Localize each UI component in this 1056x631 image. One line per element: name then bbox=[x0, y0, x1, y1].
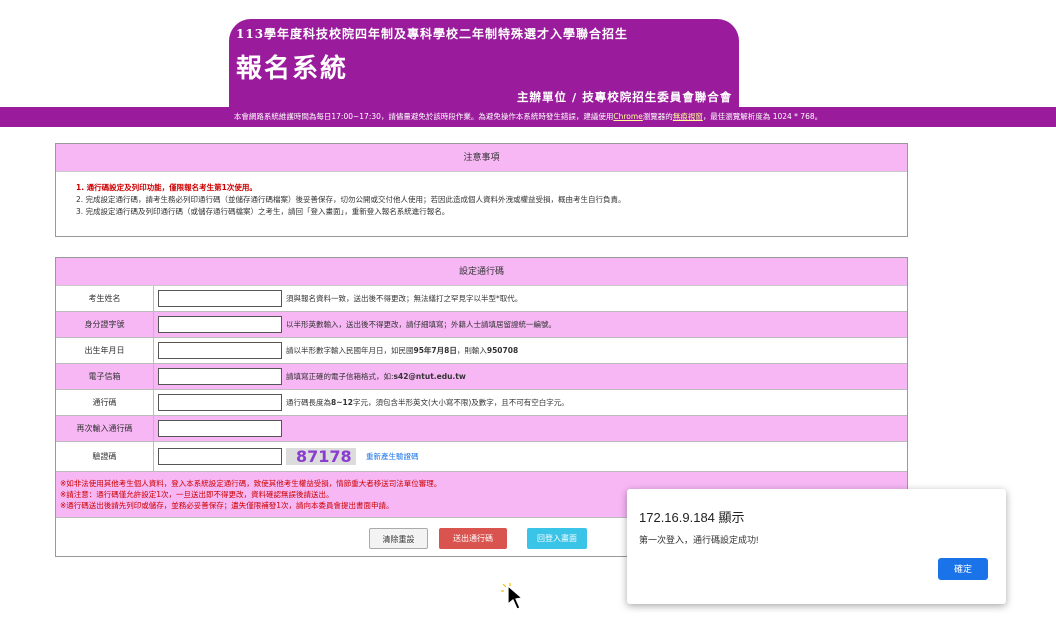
passcode-input[interactable] bbox=[158, 394, 282, 411]
notes-heading: 注意事項 bbox=[56, 144, 907, 172]
email-label: 電子信箱 bbox=[56, 364, 154, 389]
dialog-message: 第一次登入，通行碼設定成功! bbox=[639, 535, 759, 545]
id-hint: 以半形英數輸入，送出後不得更改，請仔細填寫；外籍人士請填居留證統一編號。 bbox=[286, 320, 556, 329]
note-item-3: 3. 完成設定通行碼及列印通行碼（或儲存通行碼檔案）之考生，請回「登入畫面」，重… bbox=[76, 207, 450, 216]
repasscode-row: 再次輸入通行碼 bbox=[56, 416, 907, 442]
id-row: 身分證字號 以半形英數輸入，送出後不得更改，請仔細填寫；外籍人士請填居留證統一編… bbox=[56, 312, 907, 338]
maintenance-notice: 本會網路系統維護時間為每日17:00~17:30，請儘量避免於該時段作業。為避免… bbox=[0, 107, 1056, 127]
passcode-label: 通行碼 bbox=[56, 390, 154, 415]
name-input[interactable] bbox=[158, 290, 282, 307]
note-item-2: 2. 完成設定通行碼，請考生務必列印通行碼（並儲存通行碼檔案）後妥善保存，切勿公… bbox=[76, 195, 626, 204]
page-title: 報名系統 bbox=[236, 54, 349, 84]
notice-text-1: 本會網路系統維護時間為每日17:00~17:30，請儘量避免於該時段作業。為避免… bbox=[233, 112, 614, 121]
organizer-label: 主辦單位 / 技專校院招生委員會聯合會 bbox=[517, 90, 733, 104]
birth-hint: 請以半形數字輸入民國年月日，如民國95年7月8日，則輸入950708 bbox=[286, 346, 519, 355]
birth-input[interactable] bbox=[158, 342, 282, 359]
incognito-link[interactable]: 無痕視窗 bbox=[673, 112, 703, 121]
name-label: 考生姓名 bbox=[56, 286, 154, 311]
captcha-image: 87178 bbox=[286, 448, 356, 465]
captcha-row: 驗證碼 87178 重新產生驗證碼 bbox=[56, 442, 907, 472]
passcode-hint: 通行碼長度為8~12字元，須包含半形英文(大小寫不限)及數字，且不可有空白字元。 bbox=[286, 398, 569, 407]
notice-text-3: ，最佳瀏覽解析度為 1024 * 768。 bbox=[702, 112, 823, 121]
captcha-input[interactable] bbox=[158, 448, 282, 465]
repasscode-label: 再次輸入通行碼 bbox=[56, 416, 154, 441]
email-input[interactable] bbox=[158, 368, 282, 385]
notice-text-2: 瀏覽器的 bbox=[642, 112, 673, 121]
alert-dialog: 172.16.9.184 顯示 第一次登入，通行碼設定成功! 確定 bbox=[627, 489, 1006, 604]
form-heading: 設定通行碼 bbox=[56, 258, 907, 286]
captcha-label: 驗證碼 bbox=[56, 442, 154, 471]
repasscode-input[interactable] bbox=[158, 420, 282, 437]
regenerate-captcha-link[interactable]: 重新產生驗證碼 bbox=[366, 451, 419, 462]
chrome-link[interactable]: Chrome bbox=[613, 112, 642, 121]
dialog-ok-button[interactable]: 確定 bbox=[938, 558, 988, 580]
note-item-1: 1. 通行碼設定及列印功能，僅限報名考生第1次使用。 bbox=[76, 183, 257, 192]
warning-1: ※如非法使用其他考生個人資料，登入本系統設定通行碼，致使其他考生權益受損，情節重… bbox=[60, 479, 442, 488]
birth-row: 出生年月日 請以半形數字輸入民國年月日，如民國95年7月8日，則輸入950708 bbox=[56, 338, 907, 364]
email-row: 電子信箱 請填寫正確的電子信箱格式，如:s42@ntut.edu.tw bbox=[56, 364, 907, 390]
notes-panel: 注意事項 1. 通行碼設定及列印功能，僅限報名考生第1次使用。 2. 完成設定通… bbox=[55, 143, 908, 237]
submit-passcode-button[interactable]: 送出通行碼 bbox=[439, 528, 507, 549]
back-to-login-button[interactable]: 回登入畫面 bbox=[527, 528, 587, 549]
clear-button[interactable]: 清除重設 bbox=[369, 528, 428, 549]
id-input[interactable] bbox=[158, 316, 282, 333]
id-label: 身分證字號 bbox=[56, 312, 154, 337]
name-row: 考生姓名 須與報名資料一致，送出後不得更改；無法繕打之罕見字以半型*取代。 bbox=[56, 286, 907, 312]
passcode-row: 通行碼 通行碼長度為8~12字元，須包含半形英文(大小寫不限)及數字，且不可有空… bbox=[56, 390, 907, 416]
birth-label: 出生年月日 bbox=[56, 338, 154, 363]
email-hint: 請填寫正確的電子信箱格式，如:s42@ntut.edu.tw bbox=[286, 372, 466, 381]
exam-subtitle: 113學年度科技校院四年制及專科學校二年制特殊選才入學聯合招生 bbox=[236, 27, 629, 41]
name-hint: 須與報名資料一致，送出後不得更改；無法繕打之罕見字以半型*取代。 bbox=[286, 294, 523, 303]
mouse-cursor-icon bbox=[501, 583, 524, 610]
dialog-title: 172.16.9.184 顯示 bbox=[639, 510, 745, 525]
notes-list: 1. 通行碼設定及列印功能，僅限報名考生第1次使用。 2. 完成設定通行碼，請考… bbox=[56, 172, 907, 228]
